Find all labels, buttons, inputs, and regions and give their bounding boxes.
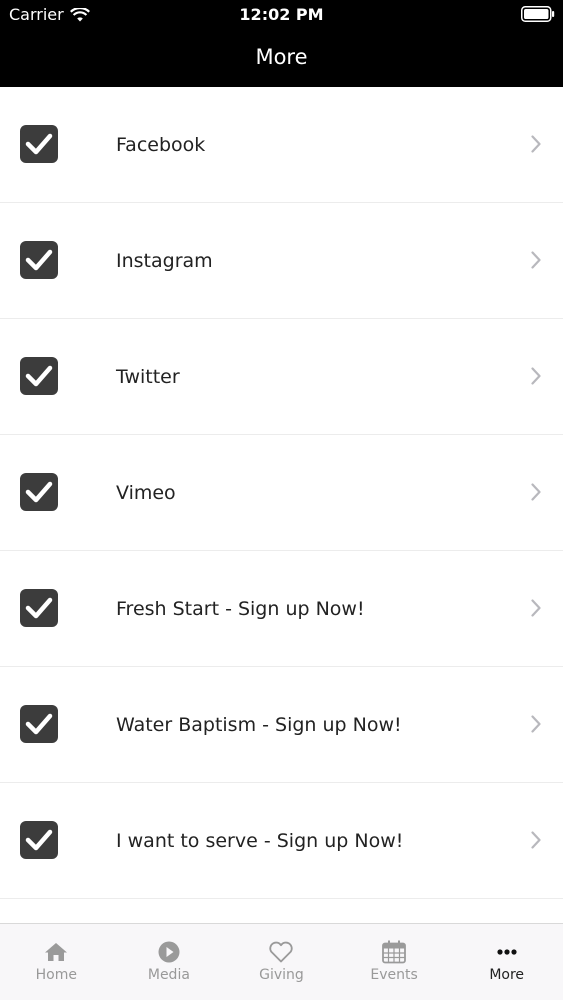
chevron-right-icon: [531, 831, 541, 849]
list-item-label: Twitter: [116, 366, 180, 388]
play-icon: [158, 941, 180, 963]
tab-home[interactable]: Home: [0, 924, 113, 1000]
list-item-label: Instagram: [116, 250, 213, 272]
home-icon: [45, 943, 68, 961]
list-item-label: Vimeo: [116, 482, 176, 504]
chevron-right-icon: [531, 599, 541, 617]
tab-giving[interactable]: Giving: [225, 924, 338, 1000]
checkbox-checked-icon: [20, 705, 58, 743]
list-item-vimeo[interactable]: Vimeo: [0, 435, 563, 551]
checkbox-checked-icon: [20, 821, 58, 859]
list-item-label: I want to serve - Sign up Now!: [116, 830, 404, 852]
chevron-right-icon: [531, 135, 541, 153]
list-item-instagram[interactable]: Instagram: [0, 203, 563, 319]
chevron-right-icon: [531, 715, 541, 733]
checkbox-checked-icon: [20, 125, 58, 163]
more-list: Facebook Instagram Twitter Vimeo Fresh S…: [0, 87, 563, 923]
list-item-fresh-start[interactable]: Fresh Start - Sign up Now!: [0, 551, 563, 667]
tab-label: Events: [370, 967, 418, 983]
chevron-right-icon: [531, 367, 541, 385]
tab-label: Media: [147, 967, 190, 983]
list-item-label: Facebook: [116, 134, 206, 156]
list-item-label: Water Baptism - Sign up Now!: [116, 714, 402, 736]
tab-label: Giving: [259, 967, 304, 983]
page-title: More: [255, 45, 308, 69]
navigation-bar: More: [0, 30, 563, 87]
tab-events[interactable]: Events: [338, 924, 451, 1000]
list-item-i-want-to-serve[interactable]: I want to serve - Sign up Now!: [0, 783, 563, 899]
list-item-twitter[interactable]: Twitter: [0, 319, 563, 435]
more-dots-icon: [497, 949, 517, 955]
status-time: 12:02 PM: [239, 5, 324, 24]
tab-more[interactable]: More: [450, 924, 563, 1000]
chevron-right-icon: [531, 251, 541, 269]
tab-media[interactable]: Media: [113, 924, 226, 1000]
status-bar: Carrier 12:02 PM: [0, 0, 563, 30]
list-item-facebook[interactable]: Facebook: [0, 87, 563, 203]
list-item-water-baptism[interactable]: Water Baptism - Sign up Now!: [0, 667, 563, 783]
checkbox-checked-icon: [20, 589, 58, 627]
checkbox-checked-icon: [20, 357, 58, 395]
list-item-label: Fresh Start - Sign up Now!: [116, 598, 365, 620]
chevron-right-icon: [531, 483, 541, 501]
heart-icon: [269, 941, 294, 963]
calendar-icon: [382, 940, 406, 964]
battery-icon: [521, 6, 555, 22]
tab-label: Home: [35, 967, 77, 983]
tab-label: More: [489, 967, 525, 983]
checkbox-checked-icon: [20, 473, 58, 511]
tab-bar: Home Media Giving Events More: [0, 923, 563, 1000]
checkbox-checked-icon: [20, 241, 58, 279]
